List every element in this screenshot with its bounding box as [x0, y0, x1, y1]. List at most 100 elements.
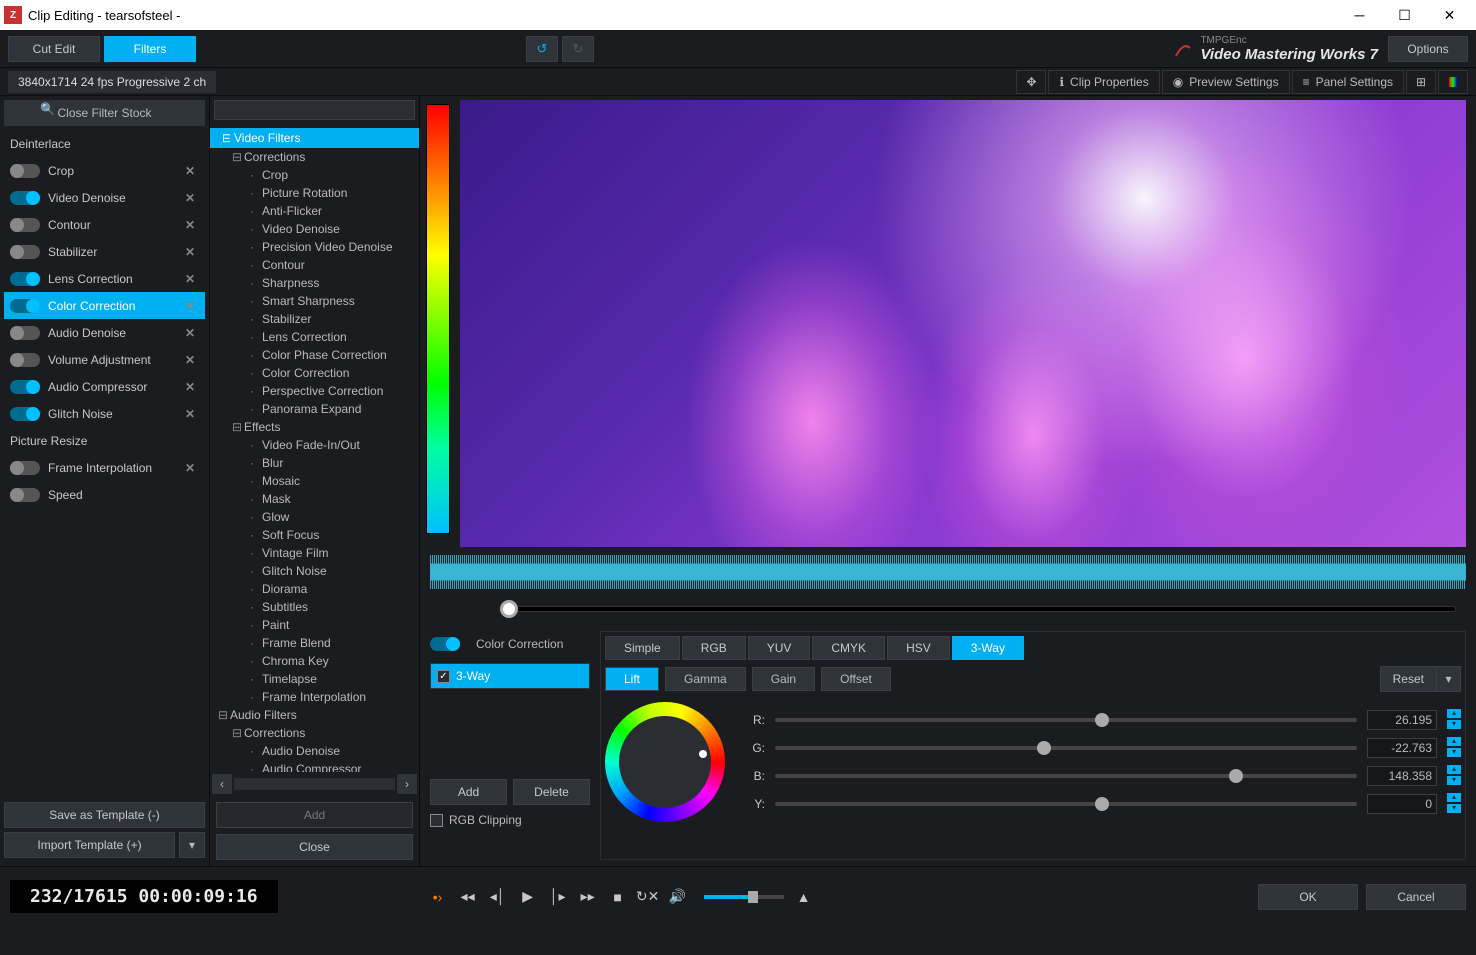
minimize-button[interactable]: ─	[1337, 1, 1382, 29]
tree-node[interactable]: ·Vintage Film	[210, 544, 419, 562]
toggle[interactable]	[10, 299, 40, 313]
stock-item-stabilizer[interactable]: Stabilizer✕	[4, 238, 205, 265]
filter-search-input[interactable]	[214, 100, 415, 120]
stock-item-picture-resize[interactable]: Picture Resize	[4, 427, 205, 454]
stock-item-audio-compressor[interactable]: Audio Compressor✕	[4, 373, 205, 400]
remove-icon[interactable]: ✕	[181, 299, 199, 313]
import-template-button[interactable]: Import Template (+)	[4, 832, 175, 858]
toggle[interactable]	[10, 326, 40, 340]
tree-node[interactable]: ·Mask	[210, 490, 419, 508]
cc-reset-dropdown[interactable]: ▾	[1437, 666, 1461, 692]
cc-tab-cmyk[interactable]: CMYK	[812, 636, 885, 660]
clip-properties-button[interactable]: ℹClip Properties	[1048, 70, 1159, 94]
volume-icon[interactable]: 🔊	[668, 887, 688, 907]
timeline-scrub[interactable]	[430, 597, 1466, 621]
cc-delete-button[interactable]: Delete	[513, 779, 590, 805]
color-wheel-cursor[interactable]	[699, 750, 707, 758]
toggle[interactable]	[10, 380, 40, 394]
undo-button[interactable]: ↺	[526, 36, 558, 62]
tree-node[interactable]: ·Audio Denoise	[210, 742, 419, 760]
play-button[interactable]: ▶	[518, 887, 538, 907]
mark-in-icon[interactable]: •›	[428, 887, 448, 907]
remove-icon[interactable]: ✕	[181, 380, 199, 394]
tree-node[interactable]: ·Anti-Flicker	[210, 202, 419, 220]
toggle[interactable]	[10, 488, 40, 502]
checkbox-icon[interactable]: ✓	[437, 670, 450, 683]
loop-button[interactable]: ↻✕	[638, 887, 658, 907]
channel-spinner[interactable]: ▴▾	[1447, 793, 1461, 815]
cc-subtab-lift[interactable]: Lift	[605, 667, 659, 691]
tree-node[interactable]: ·Color Phase Correction	[210, 346, 419, 364]
toggle[interactable]	[10, 164, 40, 178]
toggle[interactable]	[10, 191, 40, 205]
channel-value[interactable]: 0	[1367, 794, 1437, 814]
maximize-button[interactable]: ☐	[1382, 1, 1427, 29]
close-window-button[interactable]: ✕	[1427, 1, 1472, 29]
toggle[interactable]	[10, 461, 40, 475]
tree-node[interactable]: ·Frame Blend	[210, 634, 419, 652]
remove-icon[interactable]: ✕	[181, 245, 199, 259]
toggle[interactable]	[10, 218, 40, 232]
playhead[interactable]	[500, 600, 518, 618]
ok-button[interactable]: OK	[1258, 884, 1358, 910]
stock-item-frame-interpolation[interactable]: Frame Interpolation✕	[4, 454, 205, 481]
tree-node[interactable]: ·Subtitles	[210, 598, 419, 616]
save-template-button[interactable]: Save as Template (-)	[4, 802, 205, 828]
tree-node[interactable]: ·Crop	[210, 166, 419, 184]
stock-item-color-correction[interactable]: Color Correction✕	[4, 292, 205, 319]
rgb-clipping-checkbox[interactable]	[430, 814, 443, 827]
cc-tab-simple[interactable]: Simple	[605, 636, 680, 660]
toggle[interactable]	[10, 245, 40, 259]
stock-item-glitch-noise[interactable]: Glitch Noise✕	[4, 400, 205, 427]
next-fast-button[interactable]: ▸▸	[578, 887, 598, 907]
audio-waveform[interactable]	[430, 551, 1466, 593]
stop-button[interactable]: ■	[608, 887, 628, 907]
cancel-button[interactable]: Cancel	[1366, 884, 1466, 910]
tree-node[interactable]: ·Frame Interpolation	[210, 688, 419, 706]
remove-icon[interactable]: ✕	[181, 353, 199, 367]
tree-node[interactable]: ⊟Corrections	[210, 724, 419, 742]
tree-node[interactable]: ·Panorama Expand	[210, 400, 419, 418]
tree-node[interactable]: ·Precision Video Denoise	[210, 238, 419, 256]
tree-node[interactable]: ·Contour	[210, 256, 419, 274]
channel-slider[interactable]	[775, 774, 1357, 778]
tree-node[interactable]: ·Lens Correction	[210, 328, 419, 346]
stock-item-speed[interactable]: Speed	[4, 481, 205, 508]
tree-node[interactable]: ·Video Fade-In/Out	[210, 436, 419, 454]
cc-enable-toggle[interactable]	[430, 637, 460, 651]
preview-settings-button[interactable]: ◉Preview Settings	[1162, 70, 1290, 94]
remove-icon[interactable]: ✕	[181, 461, 199, 475]
tree-node[interactable]: ·Color Correction	[210, 364, 419, 382]
channel-slider[interactable]	[775, 746, 1357, 750]
cc-tab-hsv[interactable]: HSV	[887, 636, 950, 660]
tree-node[interactable]: ·Blur	[210, 454, 419, 472]
tree-node[interactable]: ⊟Audio Filters	[210, 706, 419, 724]
cc-tab-yuv[interactable]: YUV	[748, 636, 811, 660]
eject-button[interactable]: ▲	[794, 887, 814, 907]
stock-item-volume-adjustment[interactable]: Volume Adjustment✕	[4, 346, 205, 373]
remove-icon[interactable]: ✕	[181, 191, 199, 205]
tree-node[interactable]: ·Chroma Key	[210, 652, 419, 670]
video-preview[interactable]	[460, 100, 1466, 547]
filters-button[interactable]: Filters	[104, 36, 196, 62]
channel-value[interactable]: -22.763	[1367, 738, 1437, 758]
stock-item-video-denoise[interactable]: Video Denoise✕	[4, 184, 205, 211]
remove-icon[interactable]: ✕	[181, 407, 199, 421]
redo-button[interactable]: ↻	[562, 36, 594, 62]
cc-instance-row[interactable]: ✓ 3-Way	[431, 664, 589, 688]
cut-edit-button[interactable]: Cut Edit	[8, 36, 100, 62]
stock-item-deinterlace[interactable]: Deinterlace	[4, 130, 205, 157]
tree-node[interactable]: ·Mosaic	[210, 472, 419, 490]
channel-value[interactable]: 148.358	[1367, 766, 1437, 786]
toggle[interactable]	[10, 272, 40, 286]
panel-settings-button[interactable]: ≡Panel Settings	[1292, 70, 1404, 94]
layout-lock-button[interactable]: ✥	[1016, 70, 1046, 94]
tree-close-button[interactable]: Close	[216, 834, 413, 860]
channel-spinner[interactable]: ▴▾	[1447, 765, 1461, 787]
tree-node[interactable]: ·Smart Sharpness	[210, 292, 419, 310]
tree-node[interactable]: ·Stabilizer	[210, 310, 419, 328]
stock-item-audio-denoise[interactable]: Audio Denoise✕	[4, 319, 205, 346]
remove-icon[interactable]: ✕	[181, 164, 199, 178]
next-frame-button[interactable]: │▸	[548, 887, 568, 907]
tree-node[interactable]: ⊟Corrections	[210, 148, 419, 166]
